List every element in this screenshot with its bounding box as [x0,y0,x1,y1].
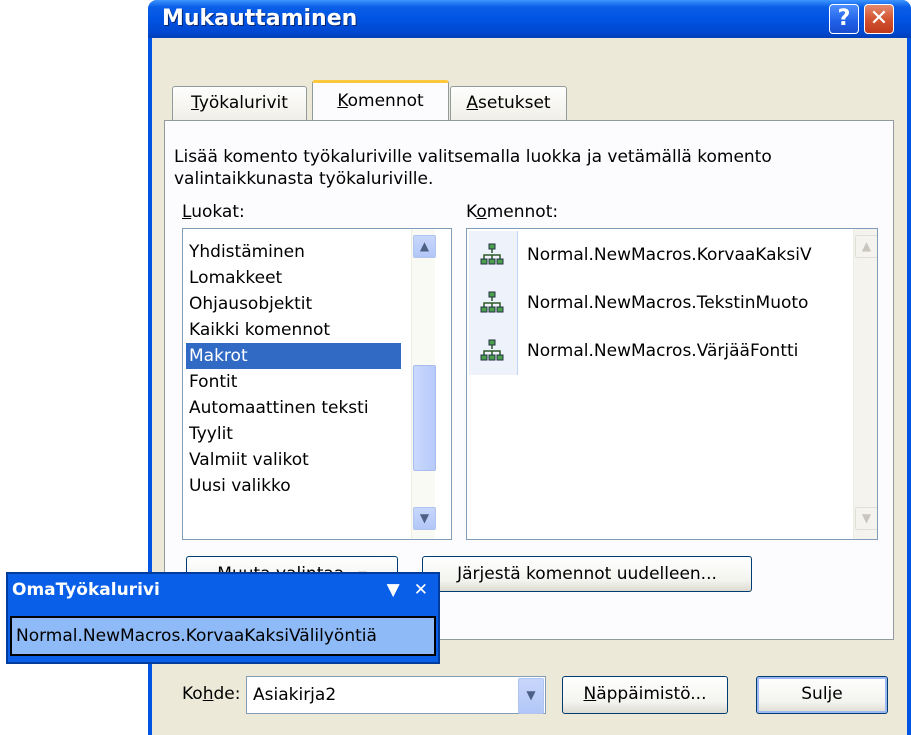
toolbar-command-button[interactable]: Normal.NewMacros.KorvaaKaksiVälilyöntiä [16,618,377,654]
categories-label: Luokat: [182,202,245,222]
tab-commands-key: K [337,91,348,111]
toolbar-body: Normal.NewMacros.KorvaaKaksiVälilyöntiä [10,616,436,656]
scroll-thumb[interactable] [413,365,436,471]
macro-icon [480,243,504,265]
command-label: Normal.NewMacros.KorvaaKaksiV [527,245,812,265]
commands-label-pre: K [466,202,477,222]
target-label-text: de: [213,684,241,704]
category-item[interactable]: Ohjausobjektit [186,291,312,317]
tab-commands-label: omennot [347,91,424,111]
target-value: Asiakirja2 [253,685,337,705]
rearrange-label: ärjestä komennot uudelleen... [462,564,717,584]
categories-label-key: L [182,202,192,222]
command-icon-cell [469,231,518,279]
categories-label-text: uokat: [191,202,245,222]
scroll-down-icon[interactable]: ▼ [855,507,877,530]
tab-toolbars-key: T [191,93,199,113]
category-item-selected[interactable]: Makrot [186,343,401,369]
category-item[interactable]: Fontit [186,369,237,395]
help-button[interactable]: ? [829,4,859,34]
target-label-pre: Ko [182,684,203,704]
command-item[interactable]: Normal.NewMacros.VärjääFontti [467,327,847,375]
keyboard-button[interactable]: Näppäimistö... [562,676,728,714]
commands-scrollbar[interactable]: ▲ ▼ [853,229,877,539]
command-icon-cell [469,327,518,375]
category-item[interactable]: Tyylit [186,421,233,447]
rearrange-commands-button[interactable]: Järjestä komennot uudelleen... [422,556,752,592]
toolbar-options-icon[interactable]: ▼ [387,580,400,600]
category-item[interactable]: Uusi valikko [186,473,291,499]
macro-icon [480,339,504,361]
tab-toolbars[interactable]: Työkalurivit [172,86,307,120]
commands-label-key: o [476,202,487,222]
command-label: Normal.NewMacros.VärjääFontti [527,341,799,361]
title-bar[interactable]: Mukauttaminen ? ✕ [148,0,911,38]
instructions-text: Lisää komento työkaluriville valitsemall… [174,147,772,189]
categories-listbox[interactable]: Yhdistäminen Lomakkeet Ohjausobjektit Ka… [182,228,452,540]
keyboard-key: N [583,684,597,704]
command-item[interactable]: Normal.NewMacros.KorvaaKaksiV [467,231,847,279]
category-item[interactable]: Kaikki komennot [186,317,330,343]
floating-toolbar[interactable]: OmaTyökalurivi ▼ ✕ Normal.NewMacros.Korva… [6,572,440,664]
tab-options[interactable]: Asetukset [450,86,567,120]
tab-options-label: setukset [478,93,551,113]
categories-scrollbar[interactable]: ▲ ▼ [411,229,436,539]
toolbar-close-icon[interactable]: ✕ [414,580,428,600]
tab-commands[interactable]: Komennot [312,80,449,120]
dialog-title: Mukauttaminen [162,6,358,31]
category-item[interactable]: Yhdistäminen [186,239,305,265]
toolbar-title: OmaTyökalurivi [12,580,160,600]
category-item[interactable]: Automaattinen teksti [186,395,369,421]
chevron-down-icon[interactable]: ▼ [518,678,544,714]
commands-listbox[interactable]: Normal.NewMacros.KorvaaKaksiV Normal.New… [466,228,878,540]
close-button[interactable]: Sulje [756,676,888,714]
tab-options-key: A [466,93,479,113]
toolbar-controls: ▼ ✕ [387,578,428,602]
target-label: Kohde: [182,684,240,704]
close-window-button[interactable]: ✕ [864,4,894,34]
target-label-key: h [202,684,214,704]
keyboard-label: äppäimistö... [596,684,707,704]
macro-icon [480,291,504,313]
scroll-up-icon[interactable]: ▲ [413,235,436,258]
commands-label: Komennot: [466,202,558,222]
scroll-down-icon[interactable]: ▼ [413,507,436,530]
command-label: Normal.NewMacros.TekstinMuoto [527,293,809,313]
command-item[interactable]: Normal.NewMacros.TekstinMuoto [467,279,847,327]
commands-label-text: mennot: [486,202,559,222]
tab-toolbars-label: yökalurivit [198,93,288,113]
command-icon-cell [469,279,518,327]
scroll-up-icon[interactable]: ▲ [855,235,877,258]
category-item[interactable]: Valmiit valikot [186,447,309,473]
category-item[interactable]: Lomakkeet [186,265,282,291]
target-select[interactable]: Asiakirja2 ▼ [246,676,546,714]
